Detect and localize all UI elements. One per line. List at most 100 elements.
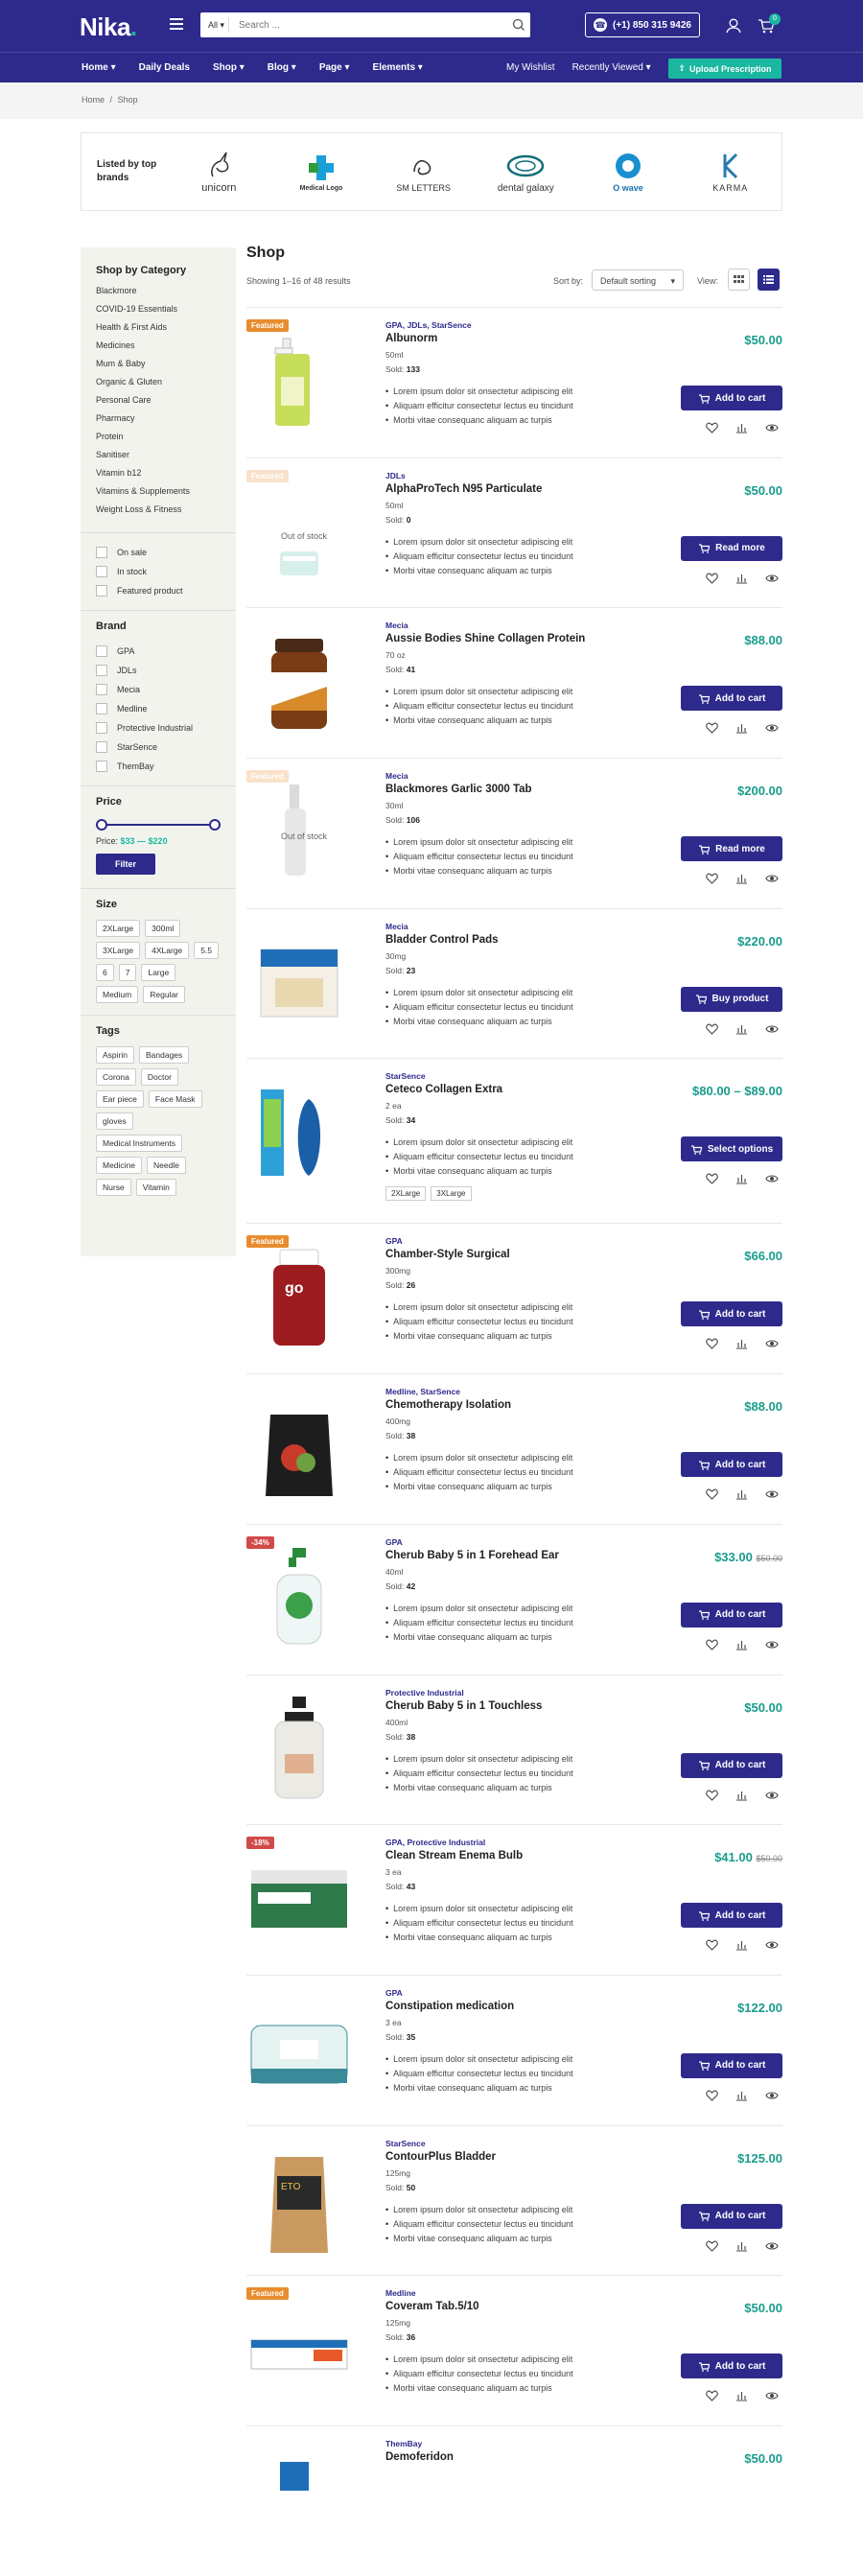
quick-view-eye-icon[interactable] [765, 1639, 779, 1651]
product-image[interactable] [246, 1987, 352, 2107]
product-image[interactable] [246, 921, 352, 1041]
wishlist-heart-icon[interactable] [706, 2390, 718, 2402]
compare-chart-icon[interactable] [735, 1639, 748, 1651]
search-icon[interactable] [507, 13, 530, 36]
product-title[interactable]: AlphaProTech N95 Particulate [385, 483, 673, 495]
product-title[interactable]: Demoferidon [385, 2451, 673, 2463]
product-cta-button[interactable]: Add to cart [681, 1752, 782, 1778]
compare-chart-icon[interactable] [735, 1488, 748, 1500]
compare-chart-icon[interactable] [735, 1173, 748, 1184]
hamburger-icon[interactable] [170, 18, 183, 30]
nav-item-blog[interactable]: Blog ▾ [268, 62, 296, 73]
size-chip[interactable]: Regular [143, 986, 186, 1003]
checkbox[interactable] [96, 645, 107, 657]
quick-view-eye-icon[interactable] [765, 1173, 779, 1184]
list-view-icon[interactable] [758, 269, 780, 291]
tag-chip[interactable]: Medicine [96, 1157, 143, 1174]
size-chip[interactable]: 3XLarge [96, 942, 141, 959]
product-title[interactable]: Coveram Tab.5/10 [385, 2301, 673, 2312]
tag-chip[interactable]: Doctor [140, 1068, 178, 1086]
product-brand[interactable]: Mecia [385, 771, 673, 781]
filter-button[interactable]: Filter [96, 854, 155, 875]
product-cta-button[interactable]: Add to cart [681, 1301, 782, 1327]
brand-karma[interactable]: KARMA [679, 151, 781, 193]
quick-view-eye-icon[interactable] [765, 2240, 779, 2252]
checkbox[interactable] [96, 741, 107, 753]
size-chip[interactable]: 2XLarge [96, 920, 141, 937]
wishlist-heart-icon[interactable] [706, 2090, 718, 2101]
quick-view-eye-icon[interactable] [765, 422, 779, 433]
brand-o-wave[interactable]: O wave [577, 151, 680, 193]
checkbox[interactable] [96, 761, 107, 772]
product-image[interactable] [246, 1837, 352, 1956]
product-image[interactable] [246, 319, 352, 439]
wishlist-heart-icon[interactable] [706, 873, 718, 884]
breadcrumb-home[interactable]: Home [82, 95, 105, 105]
product-title[interactable]: Aussie Bodies Shine Collagen Protein [385, 633, 673, 644]
product-title[interactable]: Albunorm [385, 333, 673, 344]
checkbox[interactable] [96, 703, 107, 714]
brand-medical-logo[interactable]: Medical Logo [270, 152, 373, 192]
product-cta-button[interactable]: Add to cart [681, 1903, 782, 1929]
compare-chart-icon[interactable] [735, 2390, 748, 2401]
quick-view-eye-icon[interactable] [765, 2390, 779, 2401]
product-cta-button[interactable]: Add to cart [681, 1452, 782, 1478]
compare-chart-icon[interactable] [735, 573, 748, 584]
product-title[interactable]: Constipation medication [385, 2001, 673, 2012]
grid-view-icon[interactable] [728, 269, 750, 291]
product-title[interactable]: Ceteco Collagen Extra [385, 1084, 673, 1095]
quick-view-eye-icon[interactable] [765, 873, 779, 884]
quick-view-eye-icon[interactable] [765, 1790, 779, 1801]
product-title[interactable]: Bladder Control Pads [385, 934, 673, 946]
quick-view-eye-icon[interactable] [765, 1023, 779, 1035]
product-brand[interactable]: GPA, JDLs, StarSence [385, 320, 673, 330]
product-cta-button[interactable]: Add to cart [681, 686, 782, 712]
tag-chip[interactable]: Vitamin [135, 1179, 176, 1196]
search-category-select[interactable]: All ▾ [200, 17, 229, 33]
size-chip[interactable]: 6 [96, 964, 114, 981]
product-size-chip[interactable]: 3XLarge [431, 1186, 472, 1202]
wishlist-heart-icon[interactable] [706, 1173, 718, 1185]
wishlist-heart-icon[interactable] [706, 2240, 718, 2252]
price-slider-max-handle[interactable] [209, 819, 221, 831]
product-image[interactable]: ETO [246, 2138, 352, 2258]
tag-chip[interactable]: Medical Instruments [96, 1135, 183, 1152]
product-brand[interactable]: StarSence [385, 2139, 673, 2148]
product-image[interactable] [246, 470, 352, 590]
product-cta-button[interactable]: Add to cart [681, 2203, 782, 2229]
product-image[interactable]: go [246, 1235, 352, 1355]
product-size-chip[interactable]: 2XLarge [385, 1186, 427, 1202]
category-item[interactable]: Protein [96, 432, 221, 450]
quick-view-eye-icon[interactable] [765, 1488, 779, 1500]
tag-chip[interactable]: gloves [96, 1112, 133, 1130]
product-image[interactable] [246, 1536, 352, 1656]
checkbox[interactable] [96, 547, 107, 558]
search-input[interactable] [229, 19, 507, 31]
category-item[interactable]: Personal Care [96, 395, 221, 413]
phone-button[interactable]: ☎ (+1) 850 315 9426 [585, 12, 700, 37]
product-brand[interactable]: Mecia [385, 922, 673, 931]
checkbox[interactable] [96, 585, 107, 597]
wishlist-heart-icon[interactable] [706, 722, 718, 735]
category-item[interactable]: COVID-19 Essentials [96, 304, 221, 322]
brand-filter-item[interactable]: Mecia [96, 680, 221, 699]
category-item[interactable]: Health & First Aids [96, 322, 221, 340]
brand-filter-item[interactable]: StarSence [96, 738, 221, 757]
sort-select[interactable]: Default sorting ▾ [592, 269, 684, 291]
nav-wishlist[interactable]: My Wishlist [506, 62, 555, 73]
product-brand[interactable]: JDLs [385, 471, 673, 480]
product-brand[interactable]: GPA [385, 1988, 673, 1998]
nav-recently-viewed[interactable]: Recently Viewed ▾ [572, 62, 651, 73]
category-item[interactable]: Organic & Gluten [96, 377, 221, 395]
product-image[interactable] [246, 2438, 352, 2558]
tag-chip[interactable]: Needle [147, 1157, 186, 1174]
compare-chart-icon[interactable] [735, 1939, 748, 1951]
product-title[interactable]: Chemotherapy Isolation [385, 1399, 673, 1411]
quick-view-eye-icon[interactable] [765, 1338, 779, 1349]
checkbox[interactable] [96, 665, 107, 676]
size-chip[interactable]: 4XLarge [145, 942, 190, 959]
product-brand[interactable]: Protective Industrial [385, 1688, 673, 1698]
checkbox[interactable] [96, 566, 107, 577]
product-image[interactable] [246, 770, 352, 890]
filter-in-stock[interactable]: In stock [96, 562, 221, 581]
